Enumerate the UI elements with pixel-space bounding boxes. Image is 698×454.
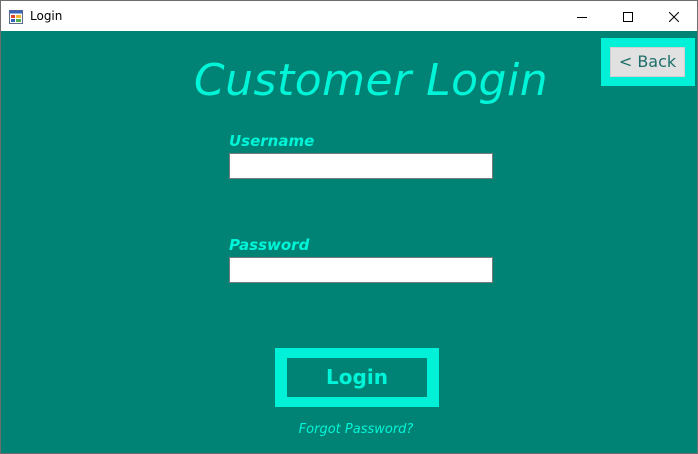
login-window: Login Customer Login < Back Username Pas… [0, 0, 698, 454]
window-title: Login [30, 9, 63, 23]
username-input[interactable] [229, 153, 493, 179]
maximize-button[interactable] [605, 1, 651, 31]
login-button[interactable]: Login [287, 358, 427, 397]
forgot-password-link[interactable]: Forgot Password? [231, 421, 481, 439]
page-title: Customer Login [193, 55, 549, 106]
username-label: Username [229, 132, 315, 150]
close-button[interactable] [651, 1, 697, 31]
maximize-icon [623, 7, 633, 26]
back-button-frame: < Back [601, 38, 695, 86]
login-button-frame: Login [275, 348, 439, 407]
minimize-icon [577, 7, 587, 26]
close-icon [668, 7, 680, 26]
minimize-button[interactable] [559, 1, 605, 31]
password-input[interactable] [229, 257, 493, 283]
title-bar[interactable]: Login [1, 1, 697, 31]
form-body: Customer Login < Back Username Password … [1, 31, 697, 453]
password-label: Password [229, 236, 310, 254]
form-app-icon [9, 9, 23, 24]
back-button[interactable]: < Back [610, 47, 685, 77]
